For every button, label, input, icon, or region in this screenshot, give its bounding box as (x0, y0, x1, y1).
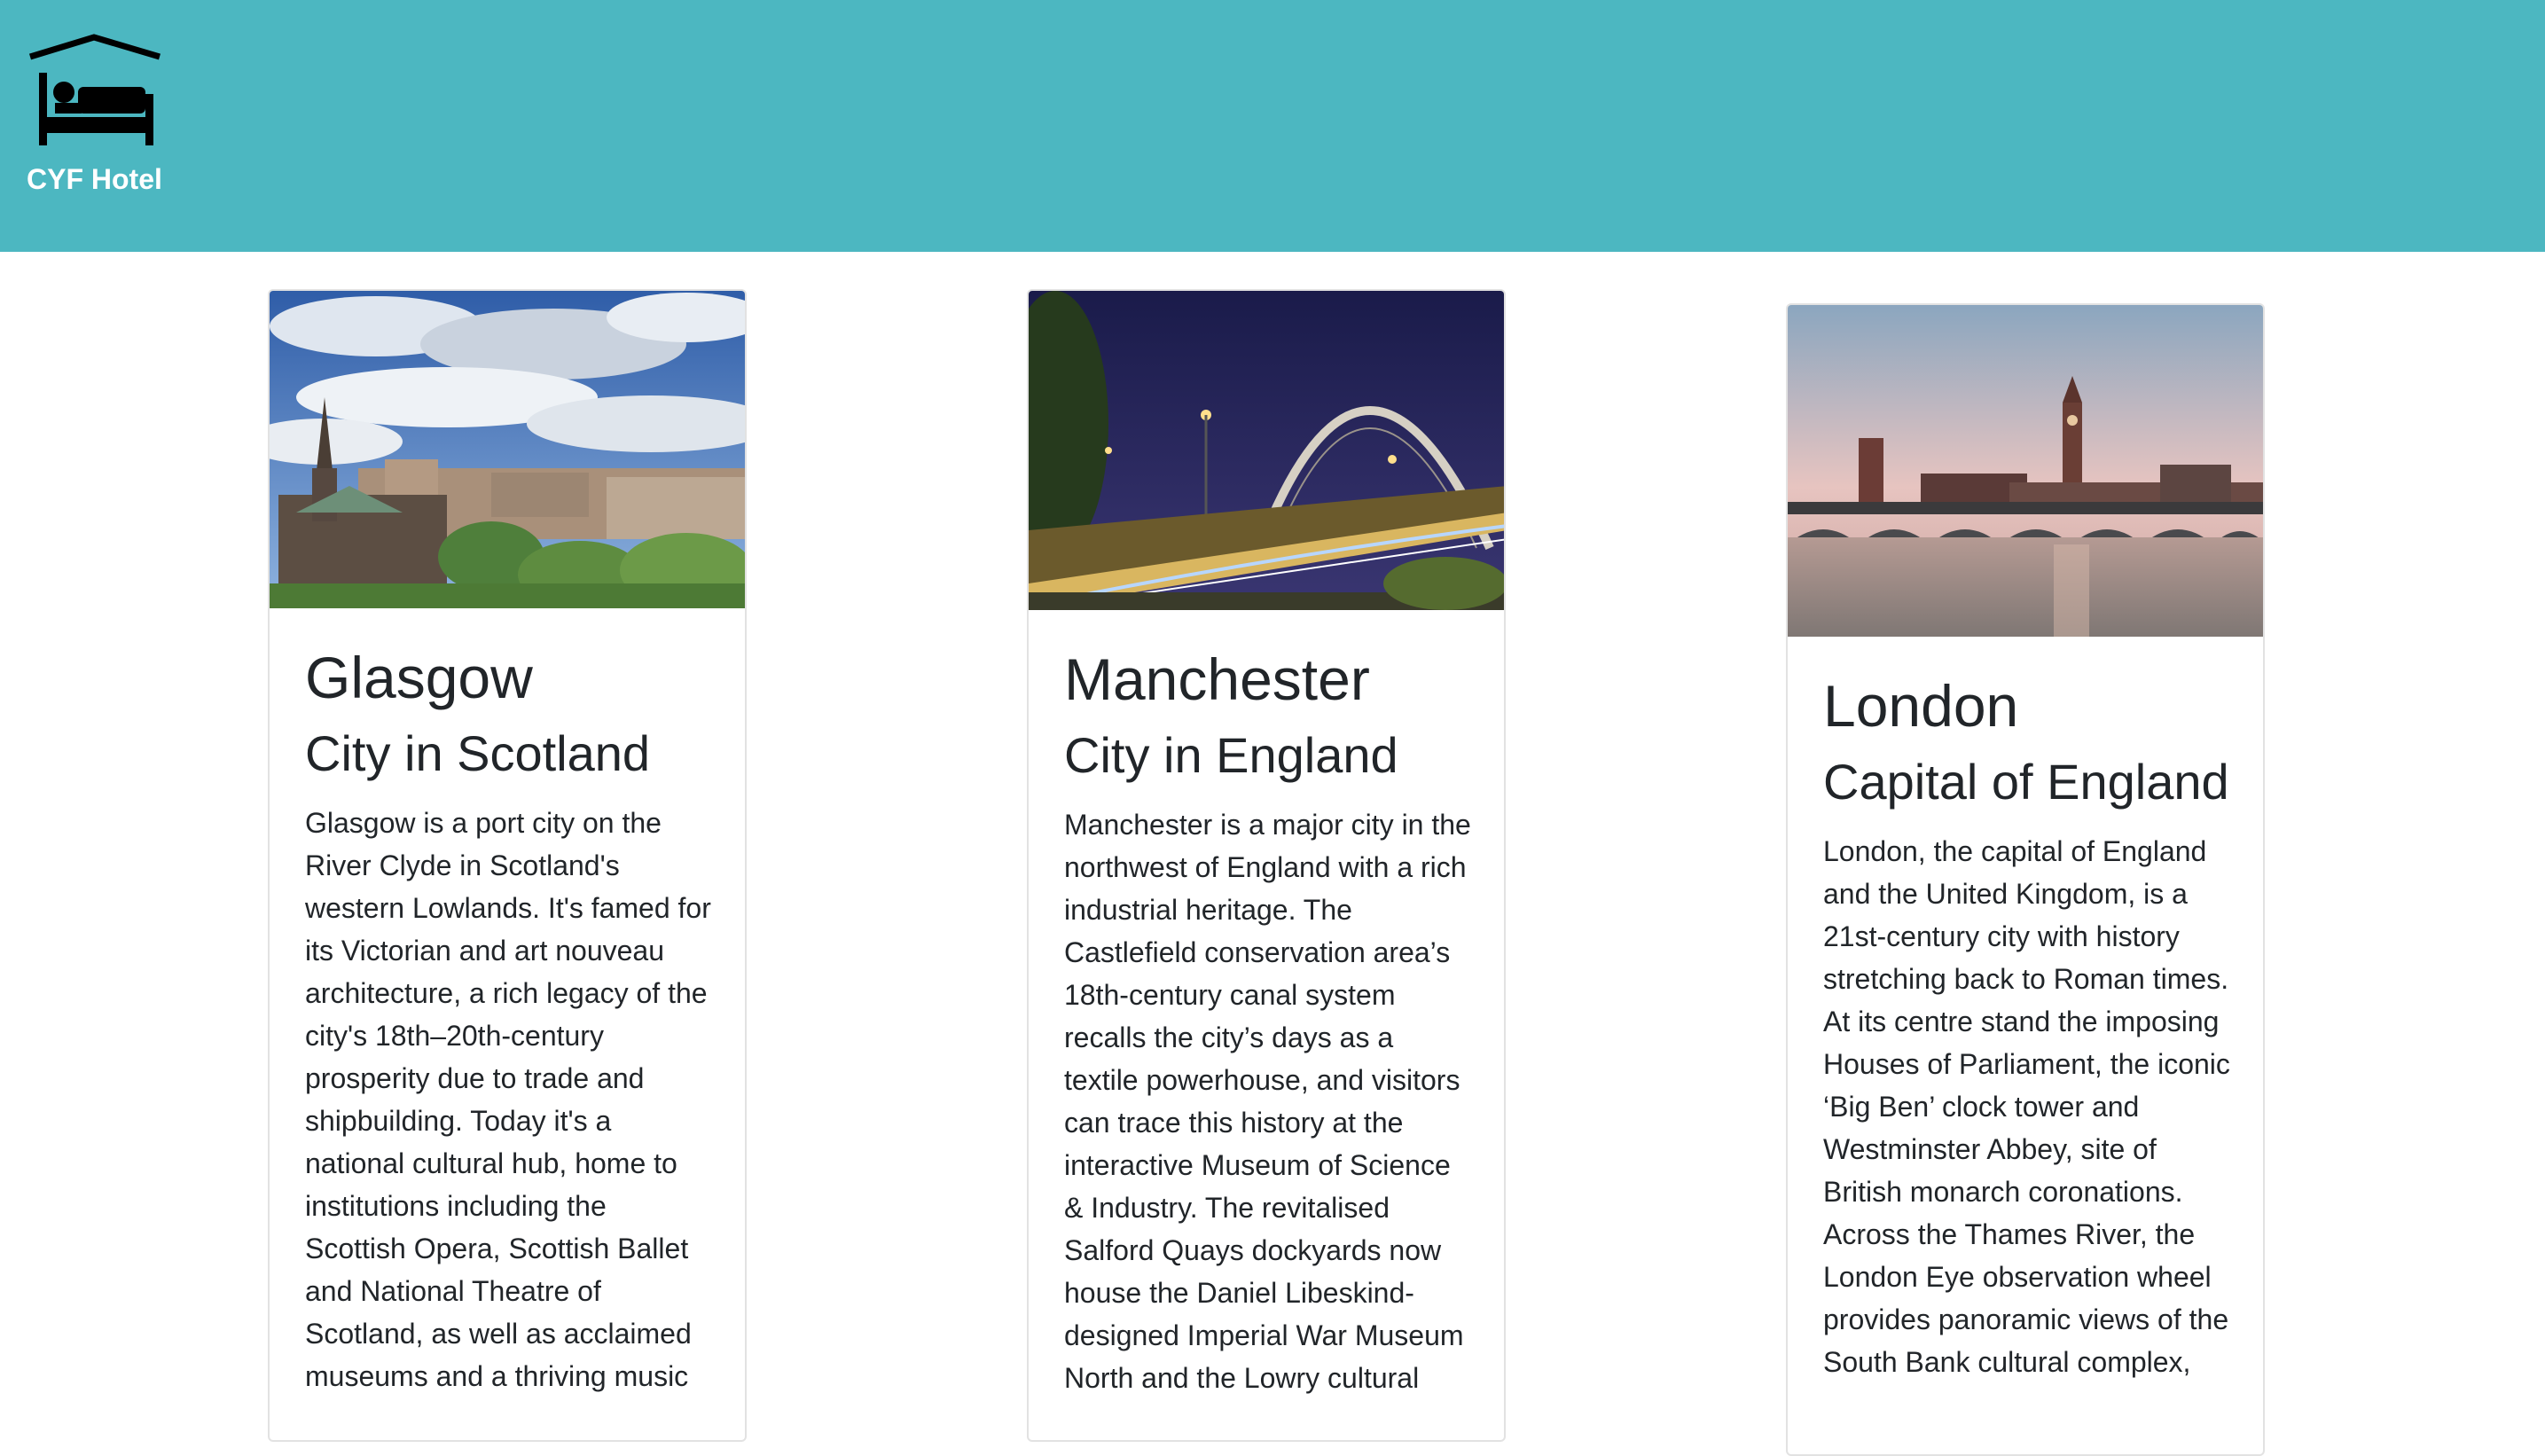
card-title: London (1823, 673, 2019, 739)
card-title: Manchester (1064, 646, 1370, 712)
site-header: CYF Hotel (0, 0, 2545, 252)
card-text: Manchester is a major city in the northw… (1064, 809, 1471, 1394)
card-title: Glasgow (305, 645, 533, 710)
city-card-glasgow: Glasgow City in Scotland Glasgow is a po… (268, 289, 747, 1442)
city-card-london: London Capital of England London, the ca… (1786, 303, 2265, 1456)
london-westminster-photo (1788, 305, 2263, 637)
brand-logo[interactable]: CYF Hotel (25, 32, 167, 200)
card-subtitle: City in England (1064, 727, 1398, 783)
brand-name: CYF Hotel (27, 163, 162, 195)
card-body: London Capital of England London, the ca… (1823, 670, 2231, 1383)
card-text: Glasgow is a port city on the River Clyd… (305, 807, 711, 1392)
city-card-manchester: Manchester City in England Manchester is… (1027, 289, 1506, 1442)
card-subtitle: Capital of England (1823, 754, 2229, 810)
card-body: Manchester City in England Manchester is… (1064, 644, 1472, 1399)
card-text: London, the capital of England and the U… (1823, 835, 2230, 1378)
hotel-bed-icon (28, 34, 161, 145)
glasgow-cathedral-photo (270, 291, 745, 608)
card-body: Glasgow City in Scotland Glasgow is a po… (305, 642, 713, 1397)
manchester-bridge-photo (1029, 291, 1504, 610)
card-subtitle: City in Scotland (305, 725, 651, 781)
